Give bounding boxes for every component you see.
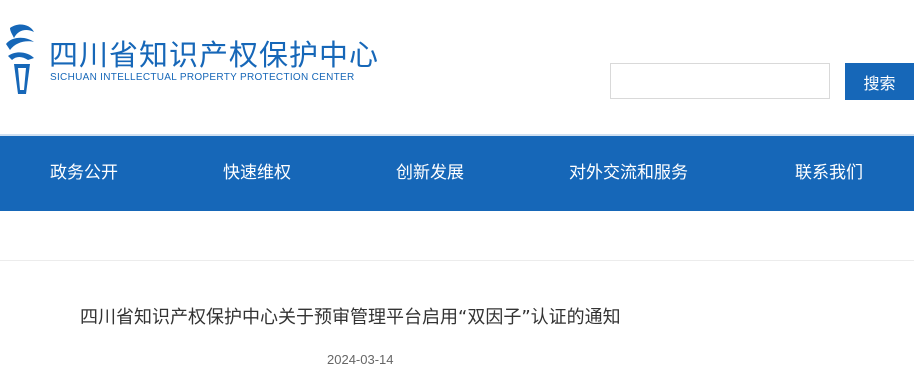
search-input[interactable]	[610, 63, 830, 99]
breadcrumb-band	[0, 211, 914, 260]
nav-item-government-affairs[interactable]: 政务公开	[50, 136, 118, 211]
site-subtitle: SICHUAN INTELLECTUAL PROPERTY PROTECTION…	[50, 72, 355, 83]
main-nav: 政务公开 快速维权 创新发展 对外交流和服务 联系我们	[0, 136, 914, 211]
nav-item-innovation[interactable]: 创新发展	[396, 136, 464, 211]
site-title[interactable]: 四川省知识产权保护中心	[49, 32, 379, 74]
flame-torch-logo-icon	[6, 24, 34, 94]
content-divider	[0, 260, 914, 261]
nav-item-rights-protection[interactable]: 快速维权	[223, 136, 291, 211]
article-date: 2024-03-14	[327, 352, 394, 367]
nav-item-contact[interactable]: 联系我们	[795, 136, 863, 211]
search-button[interactable]: 搜索	[845, 63, 914, 100]
nav-item-exchange-services[interactable]: 对外交流和服务	[569, 136, 688, 211]
article-title: 四川省知识产权保护中心关于预审管理平台启用“双因子”认证的通知	[80, 307, 621, 328]
site-header: 四川省知识产权保护中心 SICHUAN INTELLECTUAL PROPERT…	[0, 0, 914, 134]
